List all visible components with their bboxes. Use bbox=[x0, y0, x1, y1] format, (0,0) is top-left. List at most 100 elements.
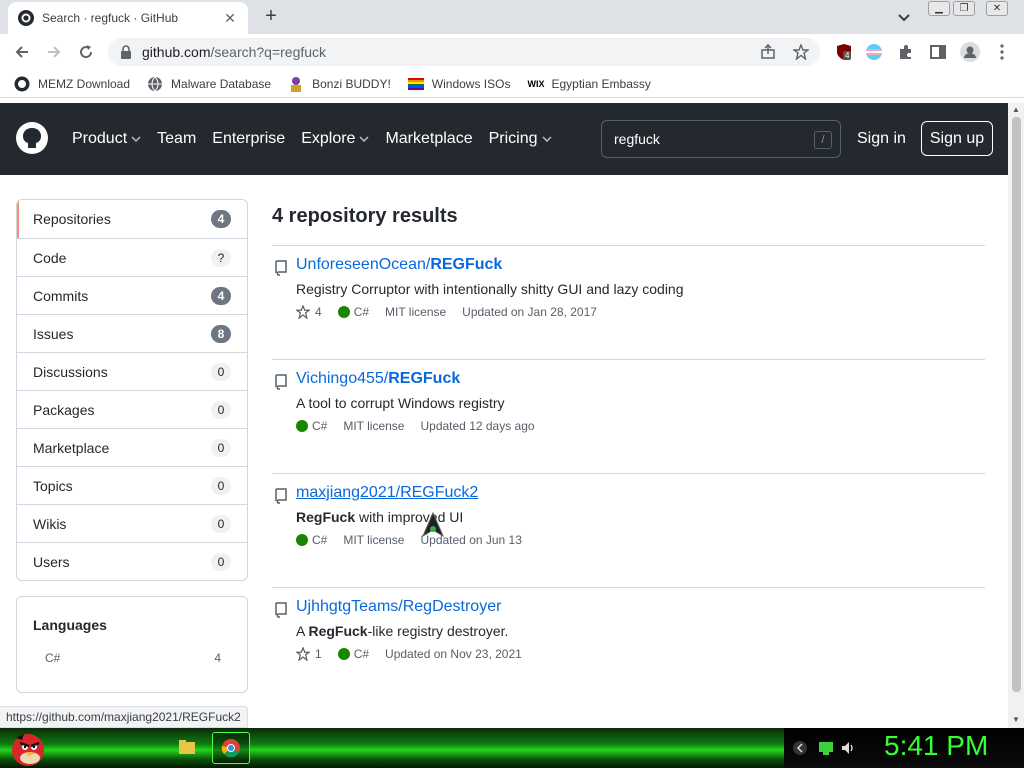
side-panel-icon[interactable] bbox=[928, 42, 948, 62]
extension-badge: 4 bbox=[843, 51, 852, 60]
chrome-menu-icon[interactable] bbox=[992, 42, 1012, 62]
nav-team[interactable]: Team bbox=[157, 130, 196, 148]
ublock-extension-icon[interactable]: 4 bbox=[834, 42, 854, 62]
nav-enterprise[interactable]: Enterprise bbox=[212, 130, 285, 148]
nav-label: Team bbox=[157, 130, 197, 147]
bookmark-star-icon[interactable] bbox=[793, 44, 809, 60]
mouse-cursor-icon bbox=[422, 512, 444, 538]
menu-item-label: Packages bbox=[33, 401, 95, 418]
menu-item-packages[interactable]: Packages 0 bbox=[17, 390, 247, 428]
back-arrow-icon[interactable] bbox=[12, 42, 32, 62]
volume-icon[interactable] bbox=[840, 740, 856, 756]
bookmarks-bar: MEMZ Download Malware Database Bonzi BUD… bbox=[0, 70, 1024, 98]
scrollbar-thumb[interactable] bbox=[1012, 117, 1021, 692]
star-count[interactable]: 4 bbox=[315, 305, 322, 319]
file-explorer-taskbar-button[interactable] bbox=[168, 732, 206, 764]
search-input[interactable] bbox=[614, 131, 804, 147]
tab-close-icon[interactable]: ✕ bbox=[222, 10, 238, 27]
browser-tab[interactable]: Search · regfuck · GitHub ✕ bbox=[8, 2, 248, 34]
desc-text: A bbox=[296, 623, 309, 639]
nav-product[interactable]: Product bbox=[72, 130, 141, 148]
star-icon[interactable] bbox=[296, 305, 310, 319]
menu-item-users[interactable]: Users 0 bbox=[17, 542, 247, 580]
bookmark-malware-database[interactable]: Malware Database bbox=[147, 76, 271, 92]
menu-item-wikis[interactable]: Wikis 0 bbox=[17, 504, 247, 542]
menu-item-commits[interactable]: Commits 4 bbox=[17, 276, 247, 314]
language-count: 4 bbox=[214, 651, 221, 665]
counter-badge: 0 bbox=[211, 439, 231, 457]
search-shortcut-hint: / bbox=[814, 131, 832, 149]
profile-avatar-icon[interactable] bbox=[960, 42, 980, 62]
new-tab-button[interactable]: + bbox=[260, 6, 282, 28]
scroll-up-arrow-icon[interactable]: ▲ bbox=[1012, 105, 1020, 114]
repo-license: MIT license bbox=[385, 305, 447, 319]
repo-meta: 1 C# Updated on Nov 23, 2021 bbox=[296, 647, 522, 661]
counter-badge: 8 bbox=[211, 325, 231, 343]
browser-tab-strip: Search · regfuck · GitHub ✕ + ▁ ❐ ✕ bbox=[0, 0, 1024, 34]
taskbar-clock[interactable]: 5:41 PM bbox=[884, 730, 988, 762]
github-logo-icon[interactable] bbox=[16, 122, 48, 154]
menu-item-issues[interactable]: Issues 8 bbox=[17, 314, 247, 352]
languages-title: Languages bbox=[33, 617, 107, 633]
trans-flag-extension-icon[interactable] bbox=[864, 42, 884, 62]
scroll-down-arrow-icon[interactable]: ▼ bbox=[1012, 715, 1020, 724]
bookmark-bonzi-buddy[interactable]: Bonzi BUDDY! bbox=[288, 76, 391, 92]
angry-bird-start-icon[interactable] bbox=[6, 728, 48, 768]
rainbow-flag-icon bbox=[407, 77, 424, 90]
star-count[interactable]: 1 bbox=[315, 647, 322, 661]
restore-window-button[interactable]: ❐ bbox=[953, 1, 975, 16]
github-search-box[interactable]: / bbox=[601, 120, 841, 158]
language-name: C# bbox=[45, 651, 61, 665]
nav-pricing[interactable]: Pricing bbox=[489, 130, 552, 148]
repo-language: C# bbox=[353, 305, 370, 319]
menu-item-topics[interactable]: Topics 0 bbox=[17, 466, 247, 504]
repo-owner: UjhhgtgTeams/ bbox=[296, 598, 403, 615]
star-icon[interactable] bbox=[296, 647, 310, 661]
menu-item-discussions[interactable]: Discussions 0 bbox=[17, 352, 247, 390]
share-icon[interactable] bbox=[760, 44, 776, 60]
sign-up-button[interactable]: Sign up bbox=[921, 121, 993, 156]
bookmark-windows-isos[interactable]: Windows ISOs bbox=[407, 76, 510, 92]
repo-link[interactable]: Vichingo455/REGFuck bbox=[296, 370, 460, 388]
repo-meta: 4 C# MIT license Updated on Jan 28, 2017 bbox=[296, 305, 597, 319]
sign-in-link[interactable]: Sign in bbox=[857, 130, 906, 148]
menu-item-repositories[interactable]: Repositories 4 bbox=[17, 200, 247, 238]
repo-result: UnforeseenOcean/REGFuck Registry Corrupt… bbox=[272, 246, 985, 360]
repo-link[interactable]: UnforeseenOcean/REGFuck bbox=[296, 256, 502, 274]
close-window-button[interactable]: ✕ bbox=[986, 1, 1008, 16]
reload-icon[interactable] bbox=[76, 42, 96, 62]
language-filter-csharp[interactable]: C# 4 bbox=[45, 651, 221, 665]
page-scrollbar[interactable]: ▲ ▼ bbox=[1008, 103, 1024, 728]
repo-name: REGFuck2 bbox=[400, 484, 479, 501]
forward-arrow-icon[interactable] bbox=[44, 42, 64, 62]
tab-title: Search · regfuck · GitHub bbox=[42, 11, 179, 25]
repo-name: REGFuck bbox=[430, 256, 503, 273]
repo-owner: maxjiang2021/ bbox=[296, 484, 401, 501]
link-status-bubble: https://github.com/maxjiang2021/REGFuck2 bbox=[0, 706, 248, 728]
counter-badge: 4 bbox=[211, 210, 231, 228]
menu-item-marketplace[interactable]: Marketplace 0 bbox=[17, 428, 247, 466]
repo-owner: Vichingo455/ bbox=[296, 370, 389, 387]
repo-icon bbox=[275, 260, 287, 276]
menu-item-code[interactable]: Code ? bbox=[17, 238, 247, 276]
repo-meta: C# MIT license Updated on Jun 13 bbox=[296, 533, 522, 547]
minimize-window-button[interactable]: ▁ bbox=[928, 1, 950, 16]
bookmark-egyptian-embassy[interactable]: WIX Egyptian Embassy bbox=[527, 76, 650, 92]
repo-icon bbox=[275, 488, 287, 504]
extensions-puzzle-icon[interactable] bbox=[896, 42, 916, 62]
nav-explore[interactable]: Explore bbox=[301, 130, 369, 148]
repo-link[interactable]: UjhhgtgTeams/RegDestroyer bbox=[296, 598, 501, 616]
language-color-dot bbox=[337, 306, 350, 318]
repo-description: A RegFuck-like registry destroyer. bbox=[296, 623, 508, 639]
bookmark-memz[interactable]: MEMZ Download bbox=[14, 76, 130, 92]
tray-expand-icon[interactable] bbox=[792, 740, 808, 756]
tab-search-chevron-icon[interactable] bbox=[896, 9, 912, 25]
network-icon[interactable] bbox=[818, 740, 834, 756]
address-bar[interactable]: github.com/search?q=regfuck bbox=[108, 38, 820, 66]
menu-item-label: Users bbox=[33, 553, 70, 570]
nav-marketplace[interactable]: Marketplace bbox=[385, 130, 472, 148]
repo-link[interactable]: maxjiang2021/REGFuck2 bbox=[296, 484, 478, 502]
chrome-taskbar-button[interactable] bbox=[212, 732, 250, 764]
lock-icon[interactable] bbox=[120, 45, 132, 59]
desc-highlight: RegFuck bbox=[296, 509, 356, 525]
